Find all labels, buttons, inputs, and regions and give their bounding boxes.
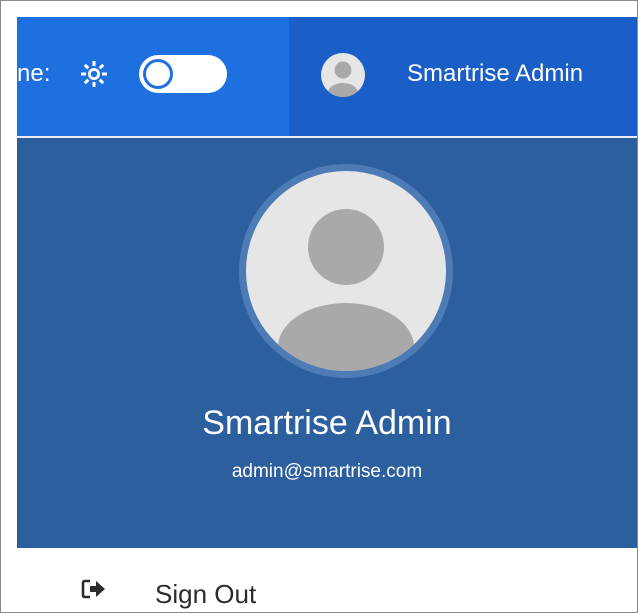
sign-out-menu-item[interactable]: Sign Out — [17, 548, 637, 612]
user-avatar-icon — [328, 61, 358, 97]
top-navbar: ne: Smartrise Admin — [17, 17, 637, 136]
theme-toggle-knob — [143, 59, 173, 89]
user-avatar-icon — [278, 209, 414, 371]
profile-card: Smartrise Admin admin@smartrise.com — [17, 138, 637, 548]
user-dropdown-window: ne: Smartrise Admin Smartrise Admin admi… — [0, 0, 638, 613]
moon-icon — [253, 61, 277, 87]
navbar-avatar[interactable] — [321, 53, 365, 97]
profile-avatar — [239, 164, 453, 378]
theme-label: ne: — [17, 60, 51, 87]
sign-out-icon — [81, 578, 107, 600]
navbar-username[interactable]: Smartrise Admin — [407, 59, 583, 89]
profile-name: Smartrise Admin — [202, 404, 452, 442]
theme-toggle[interactable] — [139, 55, 227, 93]
sign-out-label: Sign Out — [155, 579, 257, 609]
profile-email: admin@smartrise.com — [231, 461, 423, 482]
sun-icon — [81, 61, 107, 87]
